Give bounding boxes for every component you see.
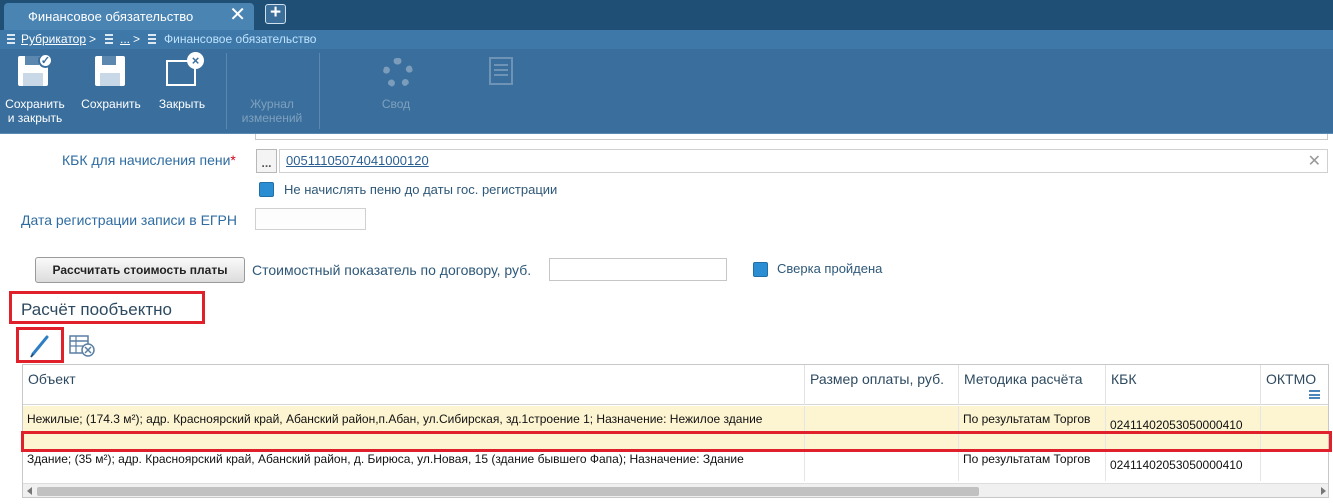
clear-icon[interactable]: ✕ [1308, 151, 1321, 171]
breadcrumb-root-link[interactable]: Рубрикатор [21, 32, 86, 46]
add-tab-button[interactable]: + [265, 3, 286, 24]
section-title-highlight [9, 291, 205, 324]
gear-icon [383, 58, 413, 88]
scroll-left-arrow-icon[interactable] [27, 487, 32, 495]
save-close-label-line1: Сохранить [5, 97, 65, 111]
tab-financial-obligation[interactable]: Финансовое обязательство ✕ [4, 3, 254, 30]
no-penalty-checkbox[interactable] [259, 182, 274, 197]
calculate-payment-button[interactable]: Рассчитать стоимость платы [35, 257, 245, 283]
reconciled-checkbox-label: Сверка пройдена [777, 261, 883, 276]
change-journal-button[interactable]: Журнал изменений [232, 49, 513, 133]
required-mark: * [230, 152, 236, 168]
kbk-penalty-field[interactable]: 00511105074041000120 ✕ [279, 149, 1328, 173]
journal-label-line1: Журнал [250, 97, 294, 111]
kbk-penalty-value[interactable]: 00511105074041000120 [286, 153, 429, 168]
cost-indicator-field[interactable] [549, 258, 727, 281]
egrn-date-label: Дата регистрации записи в ЕГРН [21, 212, 237, 228]
floppy-disk-icon [95, 56, 125, 86]
cell-payment [805, 449, 959, 481]
close-icon: × [187, 52, 204, 69]
list-icon [7, 34, 15, 44]
tab-label: Финансовое обязательство [28, 9, 194, 24]
column-menu-icon[interactable] [1309, 390, 1320, 399]
list-icon [148, 34, 156, 44]
toolbar-divider [319, 53, 320, 129]
toolbar: ✓ Сохранить и закрыть Сохранить Закрыть … [0, 49, 1333, 134]
breadcrumb-separator: > [133, 32, 141, 46]
reconciled-checkbox[interactable] [753, 262, 768, 277]
tab-bar: Финансовое обязательство ✕ + [0, 0, 1333, 30]
close-tab-icon[interactable]: ✕ [229, 5, 246, 25]
save-close-label-line2: и закрыть [7, 111, 63, 125]
table-row[interactable]: Здание; (35 м²); адр. Красноярский край,… [23, 449, 1328, 481]
egrn-date-field[interactable] [255, 208, 366, 230]
breadcrumb-separator: > [89, 32, 97, 46]
cell-method: По результатам Торгов [959, 449, 1106, 481]
app-window: Финансовое обязательство ✕ + Рубрикатор … [0, 0, 1333, 504]
column-header-kbk[interactable]: КБК [1106, 365, 1261, 405]
save-button[interactable]: Сохранить [76, 49, 146, 133]
journal-icon [489, 57, 513, 85]
column-header-method[interactable]: Методика расчёта [959, 365, 1106, 405]
edit-button-highlight [16, 327, 64, 363]
kbk-penalty-label: КБК для начисления пени* [62, 152, 236, 168]
no-penalty-checkbox-label: Не начислять пеню до даты гос. регистрац… [284, 182, 558, 197]
selected-row-highlight [21, 431, 1332, 452]
journal-label-line2: изменений [241, 111, 303, 125]
breadcrumb: Рубрикатор > ... > Финансовое обязательс… [0, 30, 1333, 49]
kbk-picker-button[interactable]: ... [256, 149, 277, 173]
cell-kbk: 02411402053050000410 [1106, 449, 1261, 481]
column-header-payment[interactable]: Размер оплаты, руб. [805, 365, 959, 405]
table-delete-icon[interactable] [69, 334, 96, 358]
partial-field-box [255, 134, 1328, 140]
breadcrumb-middle-link[interactable]: ... [120, 32, 130, 46]
toolbar-divider [226, 53, 227, 129]
summary-label: Свод [381, 97, 411, 111]
cost-indicator-label: Стоимостный показатель по договору, руб. [252, 262, 532, 278]
column-header-oktmo[interactable]: ОКТМО [1261, 365, 1328, 405]
cell-object: Здание; (35 м²); адр. Красноярский край,… [23, 449, 805, 481]
list-icon [105, 34, 113, 44]
save-and-close-button[interactable]: ✓ Сохранить и закрыть [0, 49, 70, 133]
kbk-penalty-label-text: КБК для начисления пени [62, 152, 231, 168]
checkmark-icon: ✓ [38, 53, 53, 68]
close-label: Закрыть [158, 97, 206, 111]
scrollbar-thumb[interactable] [37, 487, 979, 496]
partial-hidden-field [120, 134, 1328, 140]
grid-header: Объект Размер оплаты, руб. Методика расч… [23, 365, 1328, 405]
cell-oktmo [1261, 449, 1328, 481]
breadcrumb-current: Финансовое обязательство [164, 32, 317, 46]
save-label: Сохранить [81, 97, 141, 111]
column-header-object[interactable]: Объект [23, 365, 805, 405]
horizontal-scrollbar[interactable] [23, 483, 1328, 497]
scroll-right-arrow-icon[interactable] [1321, 487, 1326, 495]
